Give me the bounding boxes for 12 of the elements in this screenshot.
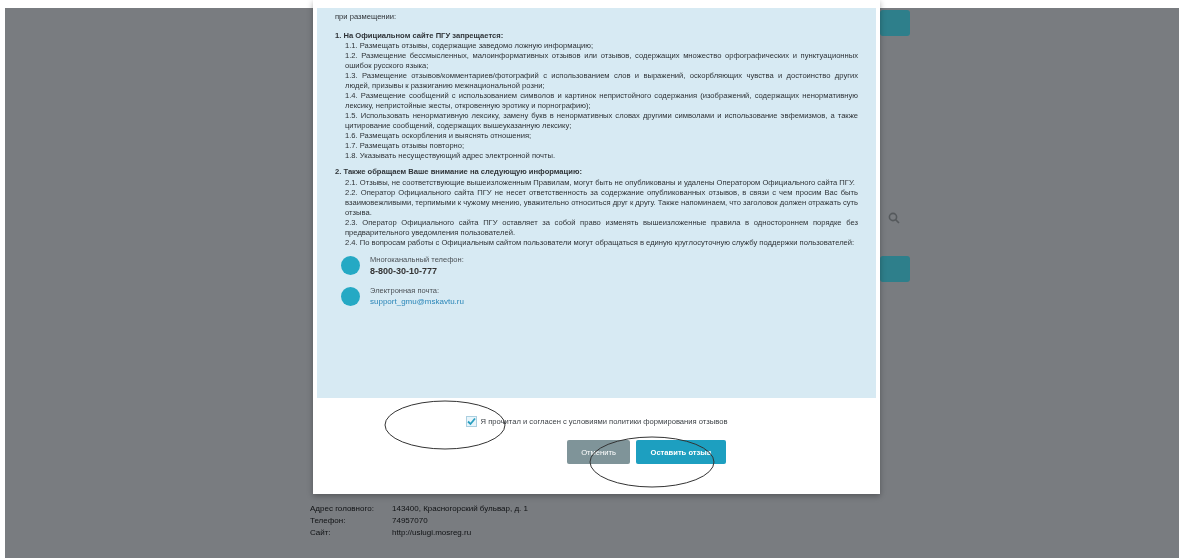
phone-number: 8-800-30-10-777 <box>370 264 439 277</box>
consent-checkbox[interactable] <box>465 416 477 427</box>
footer-label: Адрес головного: <box>310 504 375 514</box>
footer-value: 74957070 <box>392 516 428 526</box>
search-icon <box>888 212 900 224</box>
footer-label: Телефон: <box>310 516 347 526</box>
email-link[interactable]: support_gmu@mskavtu.ru <box>370 295 464 308</box>
phone-circle-icon <box>341 255 360 275</box>
footer-label: Сайт: <box>310 528 332 538</box>
footer-value: http://uslugi.mosreg.ru <box>392 528 472 538</box>
mail-circle-icon <box>341 286 360 306</box>
footer-value: 143400, Красногорский бульвар, д. 1 <box>392 504 528 514</box>
